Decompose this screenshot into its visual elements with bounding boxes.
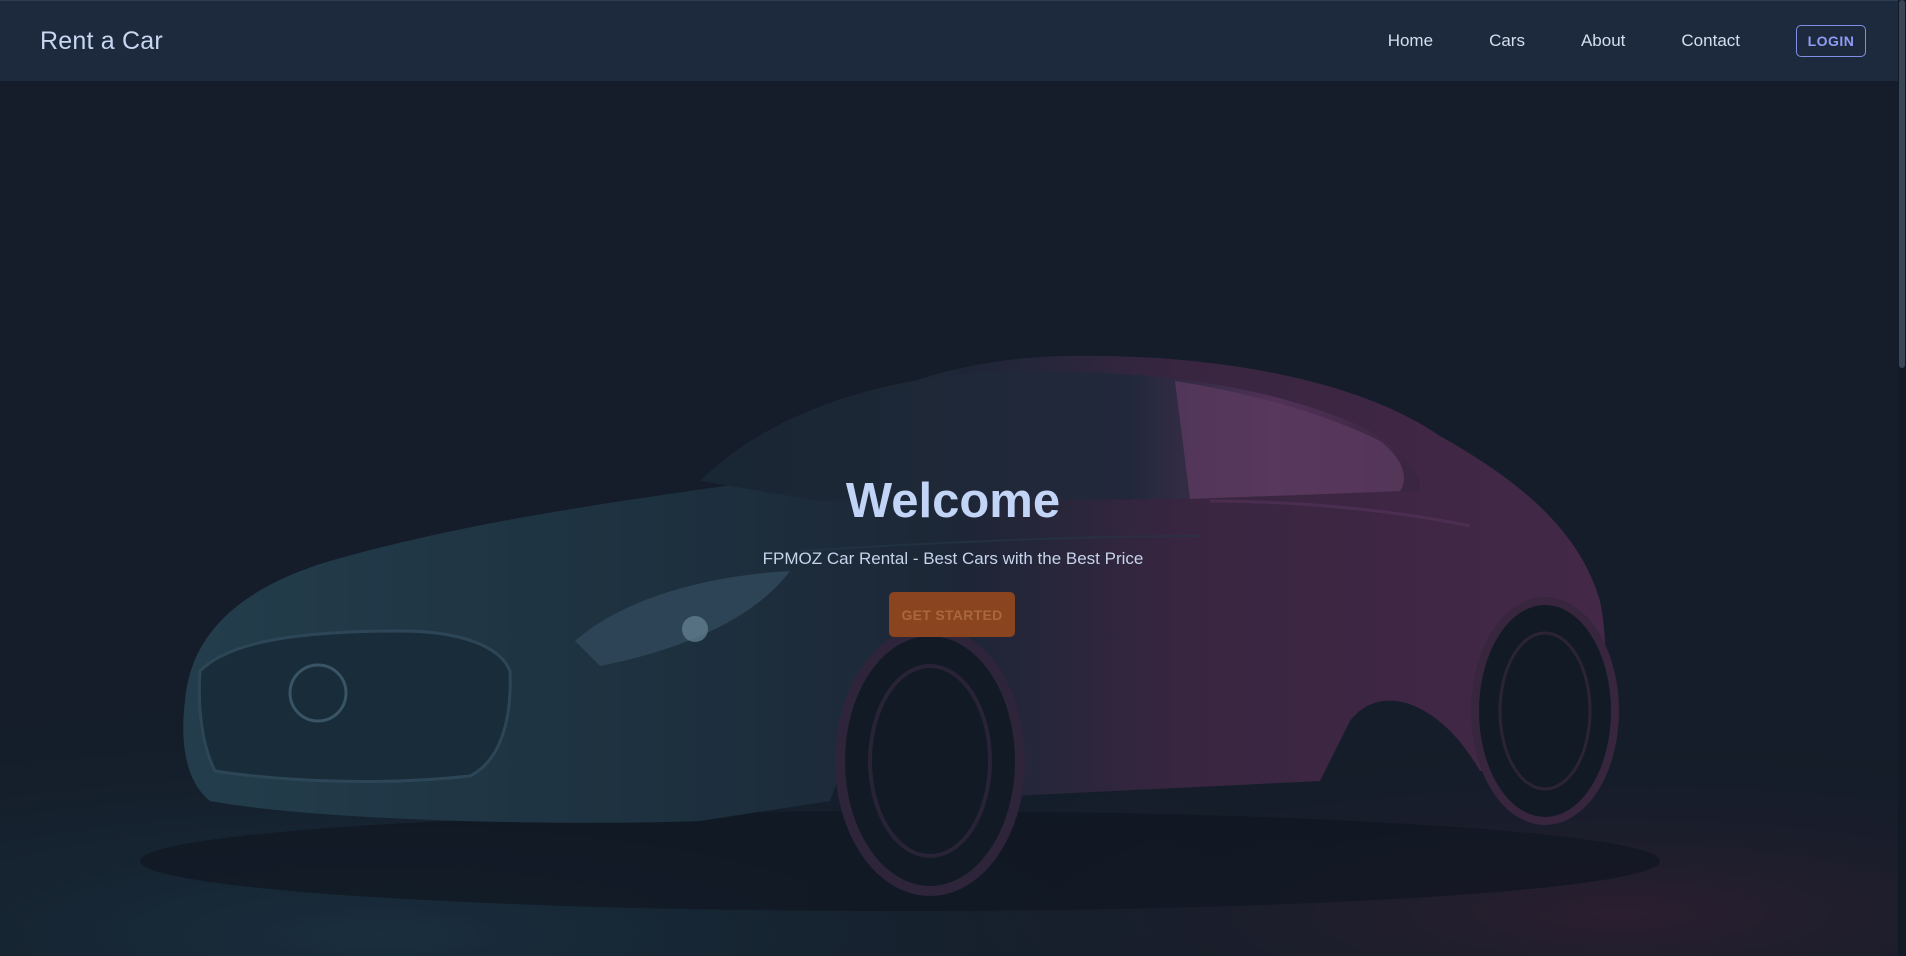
- login-button[interactable]: LOGIN: [1796, 25, 1866, 57]
- hero-section: Welcome FPMOZ Car Rental - Best Cars wit…: [0, 81, 1906, 956]
- page-scrollbar[interactable]: [1898, 0, 1906, 956]
- nav-link-cars[interactable]: Cars: [1489, 31, 1525, 51]
- nav-link-about[interactable]: About: [1581, 31, 1625, 51]
- nav-links: Home Cars About Contact LOGIN: [1388, 25, 1866, 57]
- page: Rent a Car Home Cars About Contact LOGIN: [0, 0, 1906, 956]
- nav-link-home[interactable]: Home: [1388, 31, 1433, 51]
- brand-logo[interactable]: Rent a Car: [40, 27, 163, 56]
- hero-content: Welcome FPMOZ Car Rental - Best Cars wit…: [0, 81, 1906, 956]
- hero-subtitle: FPMOZ Car Rental - Best Cars with the Be…: [762, 549, 1144, 568]
- hero-title: Welcome: [845, 474, 1061, 528]
- top-navbar: Rent a Car Home Cars About Contact LOGIN: [0, 0, 1906, 81]
- get-started-button[interactable]: GET STARTED: [889, 592, 1015, 637]
- nav-link-contact[interactable]: Contact: [1681, 31, 1740, 51]
- scrollbar-thumb[interactable]: [1899, 0, 1905, 368]
